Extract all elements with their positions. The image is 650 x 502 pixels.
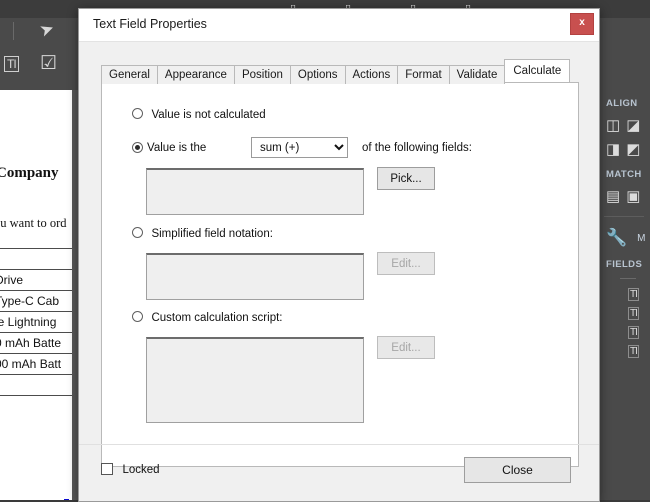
panel-section-match-header: MATCH — [606, 169, 642, 180]
dialog-footer: Locked Close — [79, 444, 599, 501]
calculation-operation-select[interactable]: sum (+)product (x)averageminimummaximum — [251, 137, 348, 158]
dialog-titlebar: Text Field Properties x — [79, 9, 599, 42]
field-list-item-2[interactable]: TI — [598, 304, 650, 323]
document-product-table: Drive Type-C Cab le Lightning 0 mAh Batt… — [0, 248, 72, 396]
table-cell: 00 mAh Batt — [0, 353, 72, 375]
document-heading: Company — [0, 165, 59, 181]
align-right-icon[interactable]: ◪ — [626, 116, 640, 134]
table-row — [0, 374, 72, 396]
table-row: Drive — [0, 269, 72, 291]
match-icon-row: ▤ ▣ — [598, 184, 650, 208]
right-tools-panel: ALIGN ◫ ◪ ◨ ◩ MATCH ▤ ▣ 🔧 M FIELDS TI TI… — [597, 90, 650, 500]
simplified-edit-button[interactable]: Edit... — [377, 252, 435, 275]
simplified-notation-input[interactable] — [146, 253, 364, 300]
toolbar-separator — [13, 22, 14, 40]
text-field-icon[interactable]: TI — [628, 345, 639, 358]
close-icon[interactable]: x — [570, 13, 594, 35]
radio-custom-script[interactable] — [132, 311, 143, 322]
tab-calculate[interactable]: Calculate — [504, 59, 571, 82]
text-field-icon[interactable]: TI — [628, 307, 639, 320]
field-list-item-3[interactable]: TI — [598, 323, 650, 342]
tab-options[interactable]: Options — [289, 65, 346, 84]
option-custom-script-row[interactable]: Custom calculation script: — [132, 308, 282, 326]
locked-checkbox-row[interactable]: Locked — [101, 460, 160, 478]
align-left-icon[interactable]: ◫ — [606, 116, 620, 134]
text-field-icon[interactable]: TI — [628, 288, 639, 301]
table-row: 0 mAh Batte — [0, 332, 72, 354]
option-not-calculated-row[interactable]: Value is not calculated — [132, 105, 266, 123]
properties-tabs: General Appearance Position Options Acti… — [101, 59, 571, 84]
locked-label: Locked — [122, 464, 160, 476]
locked-checkbox[interactable] — [101, 463, 113, 475]
label-of-following-fields: of the following fields: — [362, 141, 472, 154]
pdf-document-page: Company ou want to ord Drive Type-C Cab … — [0, 90, 72, 500]
match-height-icon[interactable]: ▣ — [626, 187, 640, 205]
radio-value-is-the[interactable] — [132, 142, 143, 153]
panel-section-fields-header: FIELDS — [606, 259, 643, 270]
table-cell — [0, 248, 72, 270]
dialog-body: General Appearance Position Options Acti… — [79, 42, 599, 467]
more-tools-row[interactable]: 🔧 M — [598, 225, 650, 251]
close-button[interactable]: Close — [464, 457, 571, 483]
table-row: Type-C Cab — [0, 290, 72, 312]
fields-divider — [620, 278, 636, 279]
field-list-item-4[interactable]: TI — [598, 342, 650, 361]
table-cell — [0, 374, 72, 396]
text-field-icon[interactable]: TI — [4, 56, 19, 72]
align-top-icon[interactable]: ◨ — [606, 140, 620, 158]
table-cell: le Lightning — [0, 311, 72, 333]
table-row — [0, 248, 72, 270]
label-simplified-notation: Simplified field notation: — [151, 228, 273, 240]
tab-actions[interactable]: Actions — [344, 65, 399, 84]
checkbox-field-icon[interactable]: ☑ — [40, 52, 57, 75]
calculate-tab-panel: Value is not calculated Value is the sum… — [101, 82, 579, 467]
label-value-is-the: Value is the — [147, 141, 207, 154]
table-cell: Type-C Cab — [0, 290, 72, 312]
cursor-arrow-icon[interactable]: ➤ — [37, 18, 57, 42]
label-not-calculated: Value is not calculated — [151, 109, 266, 121]
table-row: 00 mAh Batt — [0, 353, 72, 375]
table-cell: 0 mAh Batte — [0, 332, 72, 354]
tab-appearance[interactable]: Appearance — [156, 65, 235, 84]
text-field-icon[interactable]: TI — [628, 326, 639, 339]
radio-not-calculated[interactable] — [132, 108, 143, 119]
wrench-tools-icon[interactable]: 🔧 — [606, 228, 627, 248]
document-paragraph: ou want to ord — [0, 216, 67, 230]
match-width-icon[interactable]: ▤ — [606, 187, 620, 205]
align-icon-row-1: ◫ ◪ — [598, 113, 650, 137]
option-simplified-row[interactable]: Simplified field notation: — [132, 224, 273, 242]
dialog-title: Text Field Properties — [93, 17, 207, 31]
radio-simplified-notation[interactable] — [132, 227, 143, 238]
label-custom-script: Custom calculation script: — [151, 312, 283, 324]
custom-edit-button[interactable]: Edit... — [377, 336, 435, 359]
tab-general[interactable]: General — [101, 65, 158, 84]
custom-script-input[interactable] — [146, 337, 364, 423]
more-tools-label: M — [637, 232, 646, 244]
align-bottom-icon[interactable]: ◩ — [626, 140, 640, 158]
table-row: le Lightning — [0, 311, 72, 333]
text-field-properties-dialog: Text Field Properties x General Appearan… — [78, 8, 600, 502]
panel-section-align-header: ALIGN — [606, 98, 638, 109]
tab-format[interactable]: Format — [397, 65, 450, 84]
pick-button[interactable]: Pick... — [377, 167, 435, 190]
option-value-is-the-row[interactable]: Value is the sum (+)product (x)averagemi… — [132, 137, 472, 158]
align-icon-row-2: ◨ ◩ — [598, 137, 650, 161]
tab-position[interactable]: Position — [233, 65, 291, 84]
table-cell: Drive — [0, 269, 72, 291]
field-list-item-1[interactable]: TI — [598, 285, 650, 304]
tab-validate[interactable]: Validate — [448, 65, 506, 84]
panel-divider — [604, 216, 644, 217]
fields-listbox[interactable] — [146, 168, 364, 215]
